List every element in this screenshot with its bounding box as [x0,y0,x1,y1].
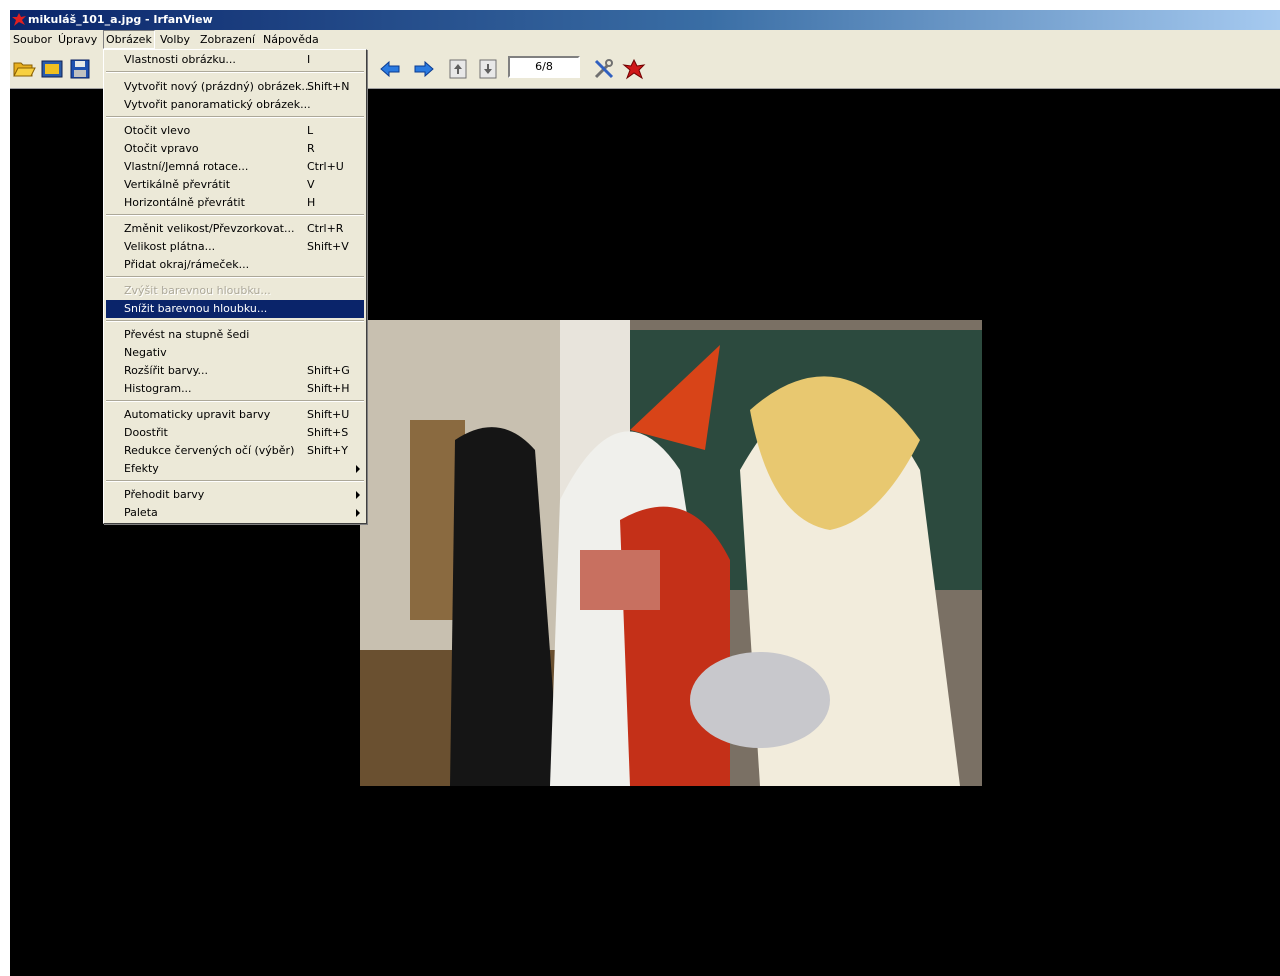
menu-item-vlastnosti-obrazku[interactable]: Vlastnosti obrázku... I [106,51,364,69]
menu-item-redukce-cervenych-oci[interactable]: Redukce červených očí (výběr) Shift+Y [106,442,364,460]
submenu-arrow-icon [356,491,360,499]
menu-item-paleta[interactable]: Paleta [106,504,364,522]
menu-item-label: Vlastnosti obrázku... [124,53,236,66]
menu-item-label: Přidat okraj/rámeček... [124,258,250,271]
menu-item-label: Paleta [124,506,158,519]
menu-item-label: Vytvořit panoramatický obrázek... [124,98,311,111]
menu-item-label: Velikost plátna... [124,240,216,253]
next-arrow-icon[interactable] [412,57,436,81]
menu-separator [106,214,364,216]
menu-item-label: Převést na stupně šedi [124,328,250,341]
image-menu-dropdown: Vlastnosti obrázku... I Vytvořit nový (pr… [103,49,367,524]
menu-item-shortcut: Shift+U [307,408,350,421]
submenu-arrow-icon [356,509,360,517]
menu-item-automaticky-upravit-barvy[interactable]: Automaticky upravit barvy Shift+U [106,406,364,424]
open-folder-icon[interactable] [12,57,36,81]
menu-volby[interactable]: Volby [158,30,192,49]
menu-soubor[interactable]: Soubor [11,30,54,49]
menu-separator [106,276,364,278]
menu-item-shortcut: Shift+N [307,80,350,93]
settings-tools-icon[interactable] [592,57,616,81]
menu-bar: Soubor Úpravy Obrázek Volby Zobrazení Ná… [10,30,1280,49]
menu-item-label: Vlastní/Jemná rotace... [124,160,249,173]
menu-obrazek[interactable]: Obrázek [103,30,155,49]
menu-item-label: Redukce červených očí (výběr) [124,444,295,457]
menu-item-novy-obrazek[interactable]: Vytvořit nový (prázdný) obrázek... Shift+… [106,78,364,96]
menu-item-shortcut: I [307,53,311,66]
menu-item-label: Přehodit barvy [124,488,205,501]
menu-item-label: Efekty [124,462,159,475]
menu-item-zvysit-barevnou-hloubku: Zvýšit barevnou hloubku... [106,282,364,300]
menu-item-rozsirit-barvy[interactable]: Rozšířit barvy... Shift+G [106,362,364,380]
menu-item-shortcut: Shift+G [307,364,350,377]
window-title: mikuláš_101_a.jpg - IrfanView [28,13,213,26]
menu-item-negativ[interactable]: Negativ [106,344,364,362]
menu-item-label: Vytvořit nový (prázdný) obrázek... [124,80,312,93]
menu-item-shortcut: Shift+Y [307,444,348,457]
menu-item-doostrit[interactable]: Doostřit Shift+S [106,424,364,442]
menu-item-shortcut: Shift+S [307,426,349,439]
page-counter-field[interactable]: 6/8 [508,56,580,78]
slideshow-icon[interactable] [40,57,64,81]
last-page-icon[interactable] [476,57,500,81]
menu-item-stupne-sedi[interactable]: Převést na stupně šedi [106,326,364,344]
save-icon[interactable] [68,57,92,81]
menu-item-label: Doostřit [124,426,168,439]
menu-separator [106,116,364,118]
menu-item-otocit-vlevo[interactable]: Otočit vlevo L [106,122,364,140]
menu-zobrazeni[interactable]: Zobrazení [198,30,257,49]
menu-item-label: Histogram... [124,382,192,395]
menu-item-shortcut: R [307,142,315,155]
menu-napoveda[interactable]: Nápověda [261,30,321,49]
irfanview-logo-icon[interactable] [622,57,646,81]
menu-item-zmenit-velikost[interactable]: Změnit velikost/Převzorkovat... Ctrl+R [106,220,364,238]
menu-separator [106,320,364,322]
menu-item-label: Snížit barevnou hloubku... [124,302,268,315]
menu-item-label: Zvýšit barevnou hloubku... [124,284,271,297]
menu-item-label: Otočit vlevo [124,124,191,137]
menu-item-velikost-platna[interactable]: Velikost plátna... Shift+V [106,238,364,256]
menu-item-shortcut: Ctrl+R [307,222,344,235]
menu-item-label: Rozšířit barvy... [124,364,209,377]
irfanview-app-icon[interactable] [11,12,27,28]
menu-item-snizit-barevnou-hloubku[interactable]: Snížit barevnou hloubku... [106,300,364,318]
menu-item-efekty[interactable]: Efekty [106,460,364,478]
menu-item-label: Automaticky upravit barvy [124,408,271,421]
submenu-arrow-icon [356,465,360,473]
menu-item-label: Změnit velikost/Převzorkovat... [124,222,295,235]
menu-item-label: Negativ [124,346,167,359]
menu-item-prehodit-barvy[interactable]: Přehodit barvy [106,486,364,504]
menu-item-histogram[interactable]: Histogram... Shift+H [106,380,364,398]
title-bar: mikuláš_101_a.jpg - IrfanView [10,10,1280,30]
menu-item-shortcut: L [307,124,314,137]
menu-item-vertikalne-prevratit[interactable]: Vertikálně převrátit V [106,176,364,194]
menu-item-pridat-okraj[interactable]: Přidat okraj/rámeček... [106,256,364,274]
menu-item-otocit-vpravo[interactable]: Otočit vpravo R [106,140,364,158]
menu-separator [106,71,364,73]
menu-item-shortcut: H [307,196,316,209]
previous-arrow-icon[interactable] [378,57,402,81]
menu-upravy[interactable]: Úpravy [56,30,99,49]
menu-item-shortcut: Ctrl+U [307,160,344,173]
menu-item-shortcut: V [307,178,315,191]
first-page-icon[interactable] [446,57,470,81]
menu-item-label: Horizontálně převrátit [124,196,245,209]
menu-item-jemna-rotace[interactable]: Vlastní/Jemná rotace... Ctrl+U [106,158,364,176]
displayed-photo [360,320,982,786]
menu-separator [106,400,364,402]
menu-item-label: Vertikálně převrátit [124,178,231,191]
menu-item-shortcut: Shift+H [307,382,350,395]
menu-item-label: Otočit vpravo [124,142,199,155]
menu-item-panoramaticky-obrazek[interactable]: Vytvořit panoramatický obrázek... [106,96,364,114]
menu-separator [106,480,364,482]
menu-item-shortcut: Shift+V [307,240,349,253]
menu-item-horizontalne-prevratit[interactable]: Horizontálně převrátit H [106,194,364,212]
